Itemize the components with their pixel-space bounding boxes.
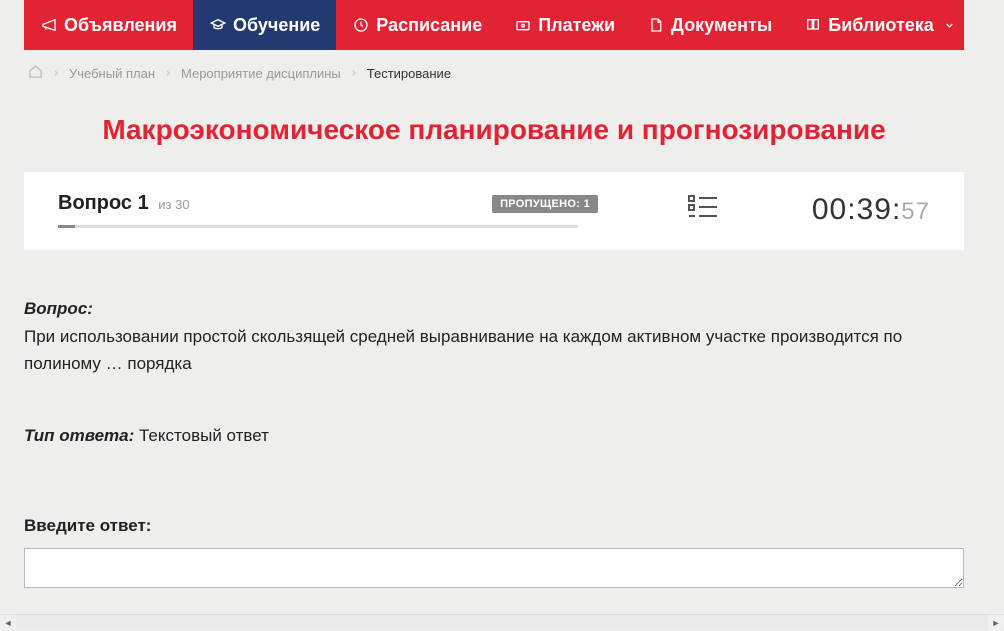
breadcrumb: Учебный план Мероприятие дисциплины Тест…: [24, 50, 964, 92]
question-number: Вопрос 1: [58, 192, 154, 214]
nav-education[interactable]: Обучение: [193, 0, 336, 50]
breadcrumb-link-event[interactable]: Мероприятие дисциплины: [181, 66, 341, 81]
nav-announcements[interactable]: Объявления: [24, 0, 193, 50]
document-icon: [647, 16, 665, 34]
page-title: Макроэкономическое планирование и прогно…: [9, 92, 979, 172]
timer: 00:39:57: [812, 193, 930, 227]
breadcrumb-current: Тестирование: [367, 66, 451, 81]
nav-label: Платежи: [538, 15, 615, 36]
progress-bar: [58, 225, 578, 228]
chevron-down-icon: [944, 15, 955, 36]
chevron-right-icon: [47, 66, 65, 81]
scroll-right-arrow[interactable]: ►: [988, 615, 1004, 631]
nav-documents[interactable]: Документы: [631, 0, 788, 50]
nav-label: Объявления: [64, 15, 177, 36]
nav-schedule[interactable]: Расписание: [336, 0, 498, 50]
nav-label: Расписание: [376, 15, 482, 36]
progress-fill: [58, 225, 75, 228]
clock-icon: [352, 16, 370, 34]
answer-input[interactable]: [24, 548, 964, 588]
chevron-right-icon: [345, 66, 363, 81]
nav-label: Документы: [671, 15, 772, 36]
scroll-left-arrow[interactable]: ◄: [0, 615, 16, 631]
question-total: из 30: [158, 197, 189, 212]
skipped-badge: ПРОПУЩЕНО: 1: [492, 195, 598, 213]
question-label: Вопрос:: [24, 299, 93, 318]
status-bar: Вопрос 1 из 30 ПРОПУЩЕНО: 1: [24, 172, 964, 250]
nav-label: Библиотека: [828, 15, 934, 36]
answer-type-value: Текстовый ответ: [139, 426, 269, 445]
horizontal-scrollbar[interactable]: ◄ ►: [0, 614, 1004, 630]
home-icon[interactable]: [28, 64, 43, 82]
nav-library[interactable]: Библиотека: [788, 0, 971, 50]
scroll-track[interactable]: [16, 615, 988, 630]
answer-input-label: Введите ответ:: [24, 513, 964, 539]
breadcrumb-link-plan[interactable]: Учебный план: [69, 66, 155, 81]
main-nav: Объявления Обучение Расписание Платежи: [24, 0, 964, 50]
chevron-right-icon: [159, 66, 177, 81]
question-text: При использовании простой скользящей сре…: [24, 324, 964, 377]
question-body: Вопрос: При использовании простой скольз…: [24, 250, 964, 596]
question-list-icon[interactable]: [688, 194, 718, 227]
answer-type-label: Тип ответа:: [24, 426, 134, 445]
megaphone-icon: [40, 16, 58, 34]
graduation-cap-icon: [209, 16, 227, 34]
payment-icon: [514, 16, 532, 34]
book-icon: [804, 16, 822, 34]
nav-payments[interactable]: Платежи: [498, 0, 631, 50]
nav-label: Обучение: [233, 15, 320, 36]
